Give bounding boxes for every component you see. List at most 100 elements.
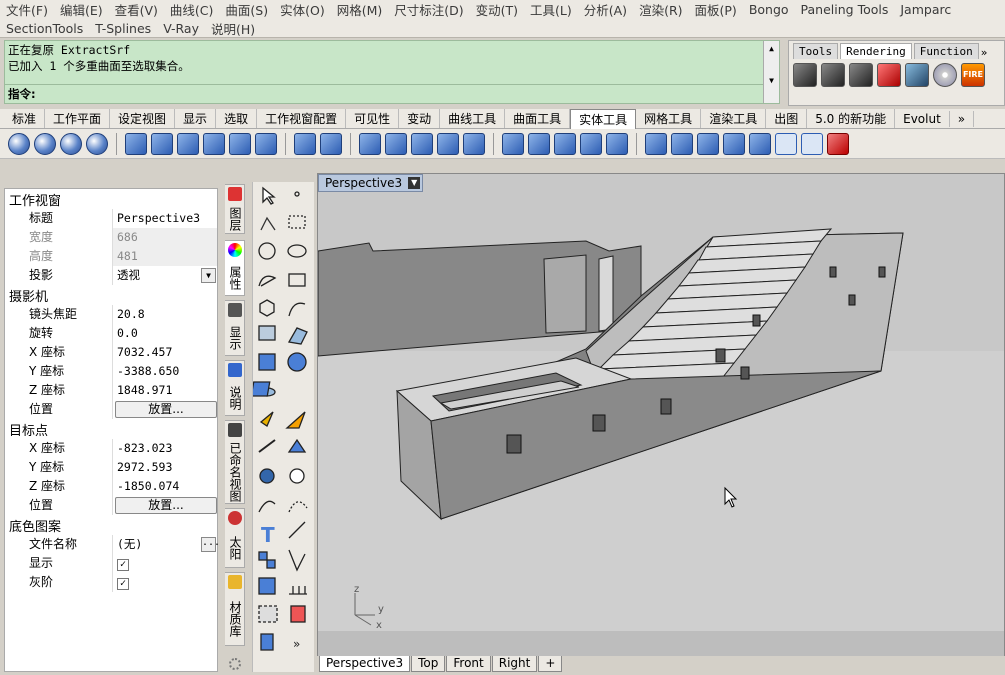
hole-icon[interactable]	[645, 132, 667, 155]
scroll-down-icon[interactable]: ▼	[764, 73, 779, 89]
array-hole-icon[interactable]	[606, 132, 628, 155]
side-tab-layers[interactable]: 图层	[225, 184, 245, 234]
extract-surface-icon[interactable]	[151, 132, 173, 155]
fillet-edge-icon[interactable]	[177, 132, 199, 155]
camera-z-field[interactable]: 1848.971	[113, 381, 217, 400]
box-icon[interactable]	[294, 132, 316, 155]
more-tabs-icon[interactable]: »	[950, 110, 975, 127]
menu-item[interactable]: 尺寸标注(D)	[394, 0, 469, 19]
toolbar-tab[interactable]: 渲染工具	[701, 109, 767, 128]
side-tab-sun[interactable]: 太阳	[225, 508, 245, 568]
scroll-up-icon[interactable]: ▲	[764, 41, 779, 53]
viewport-tab[interactable]: Right	[491, 656, 538, 672]
viewport-tab[interactable]: Perspective3	[319, 656, 411, 672]
menu-item[interactable]: 面板(P)	[695, 0, 743, 19]
menu-item[interactable]: 网格(M)	[337, 0, 389, 19]
side-tab-help[interactable]: 说明	[225, 360, 245, 416]
menu-item[interactable]: 说明(H)	[211, 19, 261, 38]
toolbar-tab[interactable]: 变动	[399, 109, 441, 128]
menu-item[interactable]: Bongo	[749, 2, 795, 17]
camera-x-field[interactable]: 7032.457	[113, 343, 217, 362]
menu-item[interactable]: SectionTools	[6, 21, 89, 36]
side-tab-material-library[interactable]: 材质库	[225, 572, 245, 646]
copy-hole-icon[interactable]	[580, 132, 602, 155]
shell-icon[interactable]	[229, 132, 251, 155]
render-window-icon[interactable]	[821, 63, 845, 87]
fold-face-icon[interactable]	[437, 132, 459, 155]
move-face-icon[interactable]	[320, 132, 342, 155]
rotation-field[interactable]: 0.0	[113, 324, 217, 343]
toolbar-tab[interactable]: 标准	[4, 109, 46, 128]
tab-function[interactable]: Function	[913, 43, 979, 59]
viewport-title[interactable]: Perspective3 ▼	[318, 174, 424, 192]
toolbar-tab[interactable]: 5.0 的新功能	[807, 109, 896, 128]
menu-item[interactable]: 曲线(C)	[170, 0, 219, 19]
place-hole-icon[interactable]	[723, 132, 745, 155]
perspective-viewport[interactable]: z y x	[317, 173, 1005, 657]
move-edge-icon[interactable]	[385, 132, 407, 155]
toolbar-tab[interactable]: 网格工具	[636, 109, 702, 128]
boolean-union-icon[interactable]	[8, 132, 30, 155]
render-environment-icon[interactable]	[905, 63, 929, 87]
side-tab-display[interactable]: 显示	[225, 300, 245, 356]
target-z-field[interactable]: -1850.074	[113, 477, 217, 496]
command-prompt[interactable]: 指令:	[8, 86, 36, 102]
menu-item[interactable]: 文件(F)	[6, 0, 54, 19]
pocket-icon[interactable]	[697, 132, 719, 155]
chevron-down-icon[interactable]: ▼	[408, 177, 421, 189]
tab-rendering[interactable]: Rendering	[840, 43, 912, 59]
viewport-tab[interactable]: Top	[411, 656, 446, 672]
menu-item[interactable]: 查看(V)	[115, 0, 164, 19]
boolean-intersection-icon[interactable]	[60, 132, 82, 155]
array-polar-icon[interactable]	[801, 132, 823, 155]
fire-render-icon[interactable]: FIRE	[961, 63, 985, 87]
toolbar-tab[interactable]: 实体工具	[570, 108, 637, 129]
render-icon[interactable]	[793, 63, 817, 87]
render-region-icon[interactable]	[849, 63, 873, 87]
render-dvd-icon[interactable]	[933, 63, 957, 87]
toolbar-tab[interactable]: 设定视图	[110, 109, 176, 128]
merge-face-icon[interactable]	[463, 132, 485, 155]
more-tabs-icon[interactable]: »	[981, 46, 988, 59]
array-grid-icon[interactable]	[775, 132, 797, 155]
boolean-difference-icon[interactable]	[34, 132, 56, 155]
rotate-hole-icon[interactable]	[749, 132, 771, 155]
menu-item[interactable]: 曲面(S)	[225, 0, 274, 19]
extrude-face-icon[interactable]	[359, 132, 381, 155]
solid-tools-icon[interactable]	[255, 132, 277, 155]
viewport-canvas[interactable]	[318, 174, 1005, 657]
offset-solid-icon[interactable]	[203, 132, 225, 155]
toolbar-tab[interactable]: 选取	[216, 109, 258, 128]
delete-hole-icon[interactable]	[827, 132, 849, 155]
gear-icon[interactable]	[229, 658, 241, 670]
viewport-tab[interactable]: Front	[446, 656, 491, 672]
focal-length-field[interactable]: 20.8	[113, 305, 217, 324]
add-viewport-icon[interactable]: +	[538, 656, 563, 672]
render-material-icon[interactable]	[877, 63, 901, 87]
menu-item[interactable]: 变动(T)	[476, 0, 524, 19]
camera-place-button[interactable]: 放置...	[115, 401, 217, 418]
chevron-down-icon[interactable]: ▼	[201, 268, 216, 283]
toolbar-tab[interactable]: 出图	[766, 109, 808, 128]
tab-tools[interactable]: Tools	[793, 43, 839, 59]
move-untrimmed-icon[interactable]	[502, 132, 524, 155]
menu-item[interactable]: 分析(A)	[584, 0, 633, 19]
round-hole-icon[interactable]	[671, 132, 693, 155]
command-scrollbar[interactable]: ▲ ▼	[763, 41, 779, 103]
rotate-hole-icon[interactable]	[554, 132, 576, 155]
cap-holes-icon[interactable]	[125, 132, 147, 155]
toolbar-tab[interactable]: 显示	[175, 109, 217, 128]
target-y-field[interactable]: 2972.593	[113, 458, 217, 477]
side-tab-properties[interactable]: 属性	[225, 240, 245, 296]
menu-item[interactable]: 实体(O)	[280, 0, 331, 19]
browse-file-button[interactable]: ...	[201, 537, 220, 552]
grayscale-checkbox[interactable]: ✓	[117, 578, 129, 590]
split-face-icon[interactable]	[411, 132, 433, 155]
boolean-split-icon[interactable]	[86, 132, 108, 155]
camera-y-field[interactable]: -3388.650	[113, 362, 217, 381]
toolbar-tab[interactable]: 工作视窗配置	[257, 109, 347, 128]
target-x-field[interactable]: -823.023	[113, 439, 217, 458]
toolbar-tab[interactable]: 可见性	[346, 109, 400, 128]
side-tab-named-views[interactable]: 已命名视图	[225, 420, 245, 504]
toolbar-tab[interactable]: 工作平面	[45, 109, 111, 128]
